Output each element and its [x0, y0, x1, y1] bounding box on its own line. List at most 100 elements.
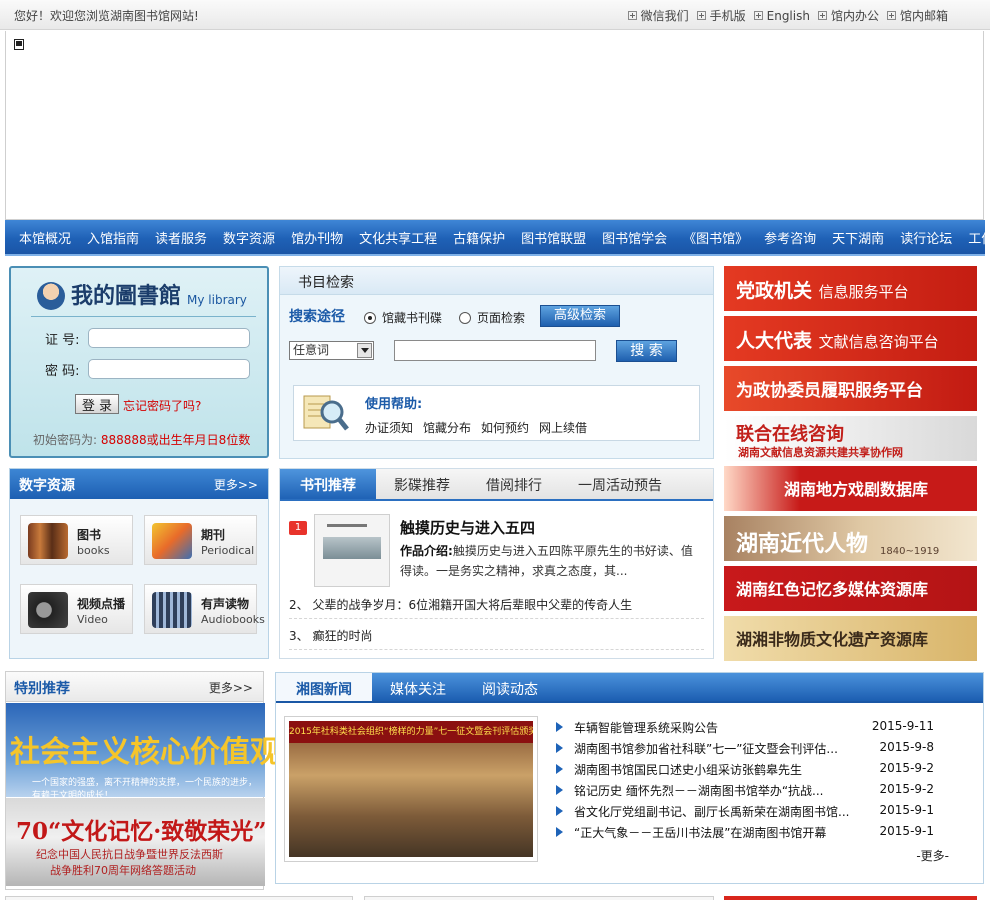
top-link-english[interactable]: English: [753, 7, 810, 24]
top-link-wechat[interactable]: 微信我们: [627, 7, 689, 24]
news-item[interactable]: 省文化厅党组副书记、副厅长禹新荣在湖南图书馆... 2015-9-1: [556, 803, 976, 824]
banner-online-consult[interactable]: 联合在线咨询 湖南文献信息资源共建共享协作网: [724, 416, 977, 461]
divider: [31, 316, 256, 317]
banner-hunan-opera[interactable]: 湖南地方戏剧数据库: [724, 466, 977, 511]
help-link-collection[interactable]: 馆藏分布: [423, 419, 471, 436]
chevron-down-icon: [357, 343, 372, 358]
top-links: 微信我们 手机版 English 馆内办公 馆内邮箱: [627, 7, 948, 24]
periodical-icon: [152, 523, 192, 559]
video-camera-icon: [28, 592, 68, 628]
help-link-reserve[interactable]: 如何预约: [481, 419, 529, 436]
digital-more-link[interactable]: 更多>>: [214, 476, 258, 493]
book-item-3[interactable]: 3、 癫狂的时尚: [289, 627, 372, 644]
initial-password-hint: 初始密码为: 888888或出生年月日8位数: [33, 433, 251, 447]
tab-reading-news[interactable]: 阅读动态: [464, 673, 556, 701]
search-button[interactable]: 搜 索: [616, 340, 677, 362]
nav-item-digital-resources[interactable]: 数字资源: [215, 228, 283, 247]
search-input[interactable]: [394, 340, 596, 361]
news-item[interactable]: 湖南图书馆国民口述史小组采访张鹤皋先生 2015-9-2: [556, 761, 976, 782]
news-photo[interactable]: 2015年社科类社会组织“榜样的力量”七一征文暨会刊评估颁奖大会: [284, 716, 538, 862]
usage-help-box: 使用帮助: 办证须知 馆藏分布 如何预约 网上续借: [293, 385, 700, 441]
banner-red-memory[interactable]: 湖南红色记忆多媒体资源库: [724, 566, 977, 611]
resource-tile-periodical[interactable]: 期刊 Periodical: [144, 515, 257, 565]
advanced-search-button[interactable]: 高级检索: [540, 305, 620, 327]
nav-item-library-society[interactable]: 图书馆学会: [594, 228, 675, 247]
nav-item-reference[interactable]: 参考咨询: [756, 228, 824, 247]
tab-weekly-events[interactable]: 一周活动预告: [560, 469, 680, 499]
tab-library-news[interactable]: 湘图新闻: [276, 673, 372, 701]
password-row: 密 码:: [45, 359, 250, 379]
special-more-link[interactable]: 更多>>: [209, 679, 253, 696]
plus-icon: [886, 11, 896, 20]
top-link-mobile[interactable]: 手机版: [696, 7, 746, 24]
banner-culture-memory[interactable]: 70“文化记忆·致敬荣光” 纪念中国人民抗日战争暨世界反法西斯 战争胜利70周年…: [6, 798, 266, 886]
my-library-panel: 我的圖書館 My library 证 号: 密 码: 登 录 忘记密码了吗? 初…: [9, 266, 269, 458]
card-number-input[interactable]: [87, 328, 250, 348]
rank-badge: 1: [289, 521, 307, 535]
tab-media-attention[interactable]: 媒体关注: [372, 673, 464, 701]
news-item[interactable]: 车辆智能管理系统采购公告 2015-9-11: [556, 719, 976, 740]
triangle-right-icon: [556, 722, 563, 732]
top-link-mail[interactable]: 馆内邮箱: [886, 7, 948, 24]
bottom-panel-fragment: [364, 896, 714, 900]
nav-item-hunan[interactable]: 天下湖南: [824, 228, 892, 247]
radio-collection[interactable]: 馆藏书刊碟: [364, 309, 442, 326]
banner-hunan-modern-figures[interactable]: 湖南近代人物 1840~1919: [724, 516, 977, 561]
tab-disc-recommend[interactable]: 影碟推荐: [376, 469, 468, 499]
login-button[interactable]: 登 录: [75, 394, 119, 414]
search-field-select[interactable]: 任意词: [289, 341, 374, 360]
resource-tile-books[interactable]: 图书 books: [20, 515, 133, 565]
book-description: 作品介绍:触摸历史与进入五四陈平原先生的书好读、值得读。一是务实之精神，求真之态…: [400, 544, 693, 578]
nav-item-library-journal[interactable]: 《图书馆》: [675, 228, 756, 247]
nav-item-culture-sharing[interactable]: 文化共享工程: [351, 228, 445, 247]
news-tabs: 湘图新闻 媒体关注 阅读动态: [276, 673, 983, 703]
search-way-label: 搜索途径: [289, 309, 345, 325]
triangle-right-icon: [556, 785, 563, 795]
nav-item-publications[interactable]: 馆办刊物: [283, 228, 351, 247]
nav-item-overview[interactable]: 本馆概况: [11, 228, 79, 247]
banner-npc-deputies[interactable]: 人大代表 文献信息咨询平台: [724, 316, 977, 361]
book-title[interactable]: 触摸历史与进入五四: [400, 517, 535, 538]
book-item-2[interactable]: 2、 父辈的战争岁月：6位湘籍开国大将后辈眼中父辈的传奇人生: [289, 596, 632, 613]
my-library-title: 我的圖書館 My library: [37, 278, 247, 310]
news-photo-caption: 2015年社科类社会组织“榜样的力量”七一征文暨会刊评估颁奖大会: [289, 721, 533, 743]
top-link-office[interactable]: 馆内办公: [817, 7, 879, 24]
news-item[interactable]: 铭记历史 缅怀先烈－－湖南图书馆举办“抗战... 2015-9-2: [556, 782, 976, 803]
bottom-panel-fragment: [5, 896, 353, 900]
banner-core-values[interactable]: 社会主义核心价值观 一个国家的强盛，离不开精神的支撑，一个民族的进步，有赖于文明…: [6, 703, 280, 801]
catalog-search-title: 书目检索: [298, 275, 354, 291]
tab-borrow-ranking[interactable]: 借阅排行: [468, 469, 560, 499]
nav-item-library-alliance[interactable]: 图书馆联盟: [513, 228, 594, 247]
recommendations-panel: 书刊推荐 影碟推荐 借阅排行 一周活动预告 1 触摸历史与进入五四 作品介绍:触…: [279, 468, 714, 659]
nav-item-work-forum[interactable]: 工作论坛: [960, 228, 990, 247]
tab-book-recommend[interactable]: 书刊推荐: [280, 469, 376, 499]
news-more-link[interactable]: -更多-: [916, 847, 949, 864]
news-item[interactable]: 湖南图书馆参加省社科联”七一”征文暨会刊评估... 2015-9-8: [556, 740, 976, 761]
digital-resources-header: 数字资源 更多>>: [10, 469, 268, 499]
news-item[interactable]: “正大气象－－王岳川书法展”在湖南图书馆开幕 2015-9-1: [556, 824, 976, 845]
resource-tile-audiobooks[interactable]: 有声读物 Audiobooks: [144, 584, 265, 634]
banner-party-government[interactable]: 党政机关 信息服务平台: [724, 266, 977, 311]
nav-item-guide[interactable]: 入馆指南: [79, 228, 147, 247]
audio-equalizer-icon: [152, 592, 192, 628]
recommendation-tabs: 书刊推荐 影碟推荐 借阅排行 一周活动预告: [280, 469, 713, 501]
password-input[interactable]: [87, 359, 250, 379]
radio-page-search[interactable]: 页面检索: [459, 309, 525, 326]
banner-intangible-heritage[interactable]: 湖湘非物质文化遗产资源库: [724, 616, 977, 661]
nav-item-reader-services[interactable]: 读者服务: [147, 228, 215, 247]
nav-item-reading-forum[interactable]: 读行论坛: [892, 228, 960, 247]
book-cover[interactable]: [314, 514, 390, 587]
help-link-renew[interactable]: 网上续借: [539, 419, 587, 436]
digital-resources-panel: 数字资源 更多>> 图书 books 期刊 Periodical 视频点播 Vi…: [9, 468, 269, 659]
special-recommend-panel: 特别推荐 更多>> 社会主义核心价值观 一个国家的强盛，离不开精神的支撑，一个民…: [5, 671, 280, 890]
nav-item-ancient-books[interactable]: 古籍保护: [445, 228, 513, 247]
magnifier-icon: [303, 395, 349, 431]
catalog-search-header: 书目检索: [280, 267, 713, 295]
help-link-card[interactable]: 办证须知: [365, 419, 413, 436]
resource-tile-video[interactable]: 视频点播 Video: [20, 584, 133, 634]
user-icon: [37, 282, 65, 310]
banner-cppcc-members[interactable]: 为政协委员履职服务平台: [724, 366, 977, 411]
radio-unselected-icon: [459, 311, 471, 324]
forgot-password-link[interactable]: 忘记密码了吗?: [123, 397, 201, 414]
digital-resources-title: 数字资源: [19, 478, 75, 494]
